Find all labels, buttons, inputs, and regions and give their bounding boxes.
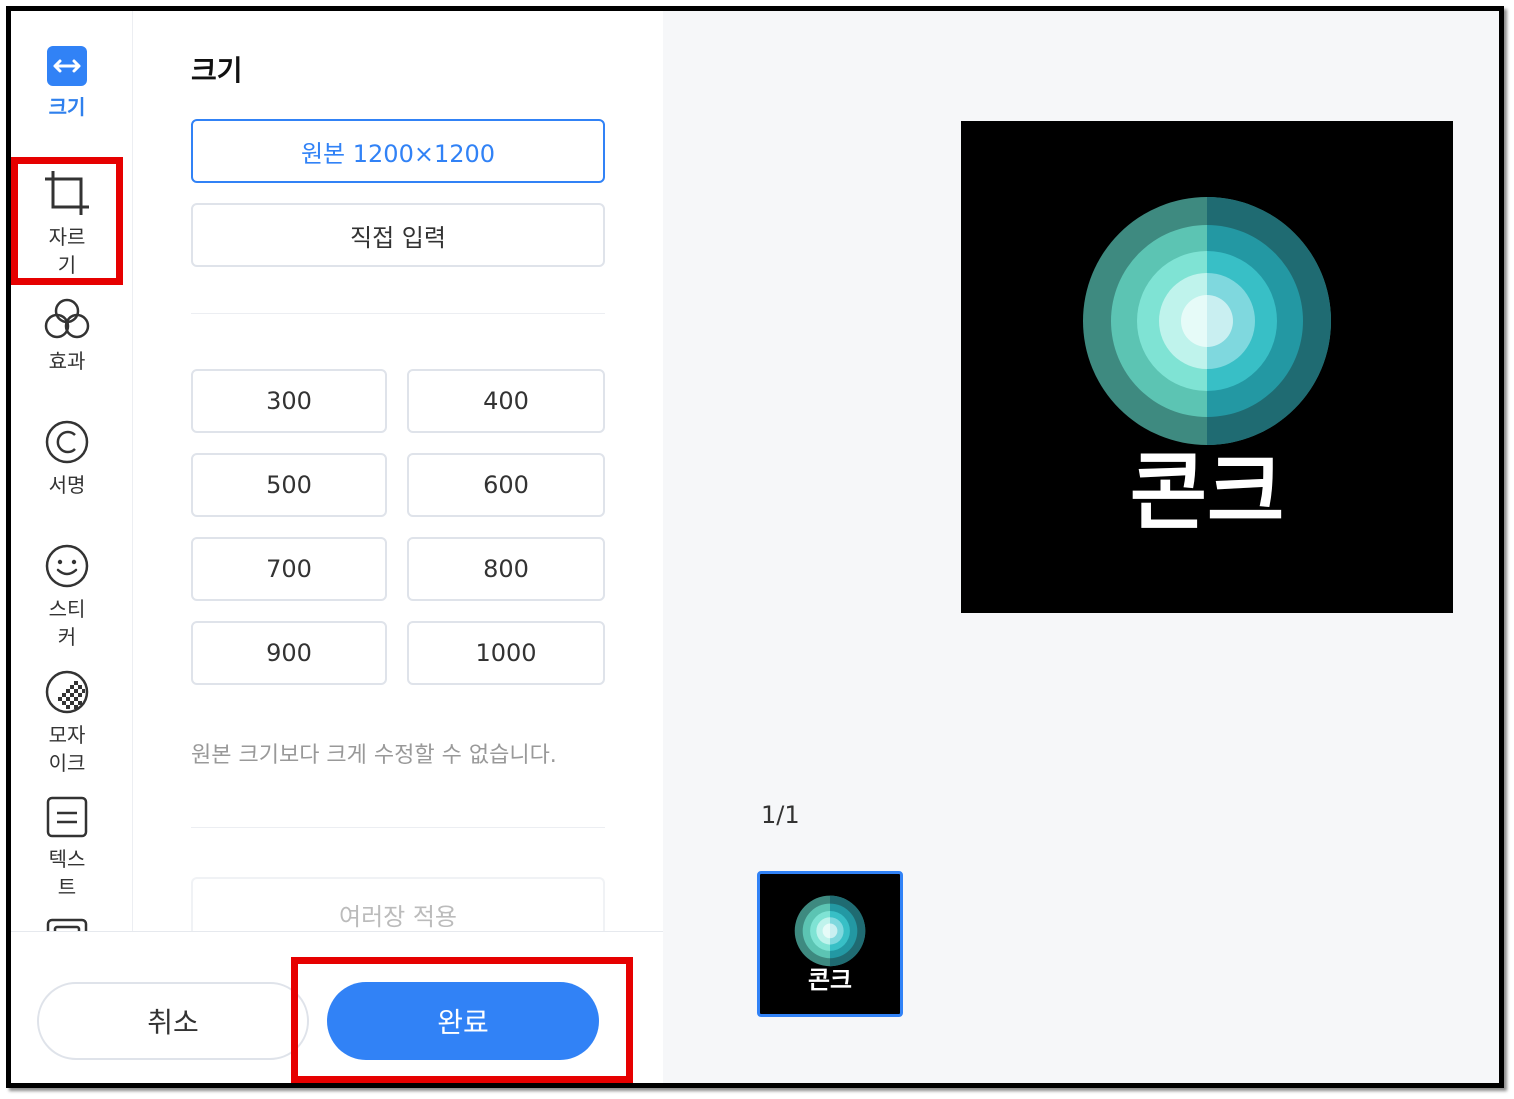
size-500-button[interactable]: 500	[191, 453, 387, 517]
resize-icon	[47, 46, 87, 86]
divider	[191, 827, 605, 828]
image-editor-window: 크기 자르기 효과 서명 스티커 모자이크 텍스트 크기 원본 1200×120…	[6, 6, 1504, 1088]
thumbnail-image: 콘크	[794, 895, 866, 994]
tool-effects-label: 효과	[48, 349, 86, 373]
size-1000-button[interactable]: 1000	[407, 621, 605, 685]
smiley-icon	[45, 544, 89, 588]
original-size-button[interactable]: 원본 1200×1200	[191, 119, 605, 183]
tool-rail: 크기 자르기 효과 서명 스티커 모자이크 텍스트	[11, 11, 133, 931]
tool-resize[interactable]: 크기	[11, 45, 123, 121]
done-button[interactable]: 완료	[327, 982, 599, 1060]
frame-icon	[46, 918, 88, 931]
tool-crop-label: 자르기	[48, 225, 86, 277]
image-preview: 콘크	[961, 121, 1453, 613]
tool-crop[interactable]: 자르기	[11, 169, 123, 279]
thumbnail[interactable]: 콘크	[757, 871, 903, 1017]
cancel-button[interactable]: 취소	[37, 982, 309, 1060]
tool-mosaic[interactable]: 모자이크	[11, 669, 123, 777]
thumbnail-logo-text: 콘크	[808, 966, 852, 994]
custom-input-button[interactable]: 직접 입력	[191, 203, 605, 267]
tool-resize-label: 크기	[48, 95, 86, 119]
tool-sticker[interactable]: 스티커	[11, 543, 123, 651]
crop-icon	[45, 171, 89, 215]
tool-signature-label: 서명	[48, 473, 86, 497]
panel-title: 크기	[191, 54, 243, 87]
size-900-button[interactable]: 900	[191, 621, 387, 685]
tool-mosaic-label: 모자이크	[48, 723, 86, 775]
page-indicator: 1/1	[761, 801, 800, 829]
text-icon	[46, 796, 88, 838]
mosaic-icon	[45, 670, 89, 714]
effects-icon	[44, 298, 90, 339]
tool-effects[interactable]: 효과	[11, 297, 123, 375]
size-600-button[interactable]: 600	[407, 453, 605, 517]
tool-sticker-label: 스티커	[48, 597, 86, 649]
tool-text[interactable]: 텍스트	[11, 795, 123, 901]
copyright-icon	[45, 420, 89, 464]
divider	[191, 313, 605, 314]
size-limit-notice: 원본 크기보다 크게 수정할 수 없습니다.	[191, 743, 557, 768]
tool-text-label: 텍스트	[48, 847, 86, 899]
size-800-button[interactable]: 800	[407, 537, 605, 601]
editor-footer: 취소 완료	[11, 931, 663, 1083]
logo-image: 콘크	[1083, 197, 1331, 541]
size-300-button[interactable]: 300	[191, 369, 387, 433]
tool-more[interactable]	[11, 917, 123, 931]
editor-left-panel: 크기 자르기 효과 서명 스티커 모자이크 텍스트 크기 원본 1200×120…	[11, 11, 663, 1083]
logo-text: 콘크	[1130, 443, 1285, 541]
preview-area: 콘크 1/1 콘크	[663, 11, 1499, 1083]
size-400-button[interactable]: 400	[407, 369, 605, 433]
tool-signature[interactable]: 서명	[11, 419, 123, 499]
size-700-button[interactable]: 700	[191, 537, 387, 601]
